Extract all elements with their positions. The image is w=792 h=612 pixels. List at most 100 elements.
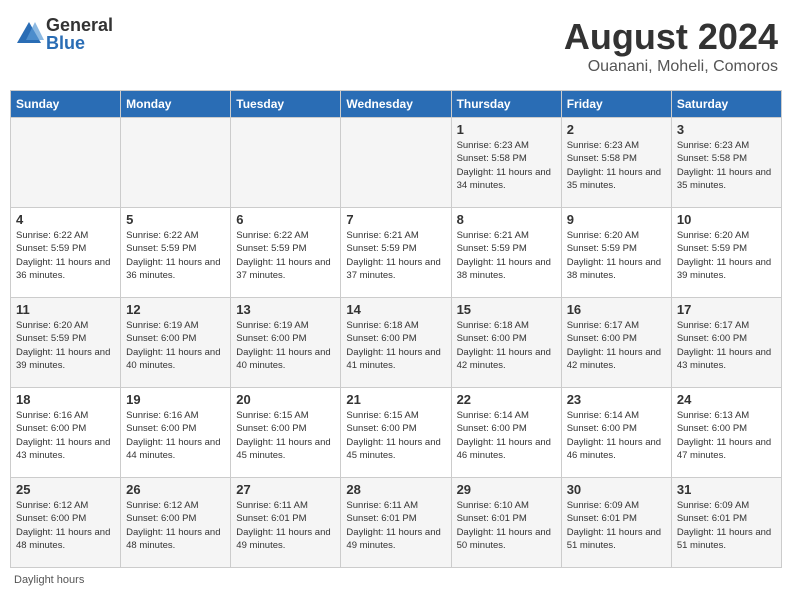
day-info: Sunrise: 6:14 AM Sunset: 6:00 PM Dayligh… — [567, 409, 666, 462]
day-number: 20 — [236, 392, 335, 407]
day-number: 19 — [126, 392, 225, 407]
calendar-cell: 20 Sunrise: 6:15 AM Sunset: 6:00 PM Dayli… — [231, 388, 341, 478]
calendar-week-1: 4 Sunrise: 6:22 AM Sunset: 5:59 PM Daylig… — [11, 208, 782, 298]
day-number: 17 — [677, 302, 776, 317]
day-info: Sunrise: 6:23 AM Sunset: 5:58 PM Dayligh… — [567, 139, 666, 192]
day-info: Sunrise: 6:15 AM Sunset: 6:00 PM Dayligh… — [236, 409, 335, 462]
header-sunday: Sunday — [11, 91, 121, 118]
calendar-cell: 29 Sunrise: 6:10 AM Sunset: 6:01 PM Dayli… — [451, 478, 561, 568]
calendar-cell: 26 Sunrise: 6:12 AM Sunset: 6:00 PM Dayli… — [121, 478, 231, 568]
day-info: Sunrise: 6:20 AM Sunset: 5:59 PM Dayligh… — [567, 229, 666, 282]
calendar-cell: 11 Sunrise: 6:20 AM Sunset: 5:59 PM Dayli… — [11, 298, 121, 388]
calendar-week-2: 11 Sunrise: 6:20 AM Sunset: 5:59 PM Dayli… — [11, 298, 782, 388]
day-info: Sunrise: 6:13 AM Sunset: 6:00 PM Dayligh… — [677, 409, 776, 462]
calendar-cell — [121, 118, 231, 208]
footer-text: Daylight hours — [14, 574, 84, 586]
day-number: 31 — [677, 482, 776, 497]
day-number: 7 — [346, 212, 445, 227]
day-info: Sunrise: 6:18 AM Sunset: 6:00 PM Dayligh… — [346, 319, 445, 372]
day-number: 16 — [567, 302, 666, 317]
title-area: August 2024 Ouanani, Moheli, Comoros — [564, 16, 778, 76]
calendar-cell: 8Sunrise: 6:21 AM Sunset: 5:59 PM Daylig… — [451, 208, 561, 298]
day-info: Sunrise: 6:22 AM Sunset: 5:59 PM Dayligh… — [236, 229, 335, 282]
day-info: Sunrise: 6:17 AM Sunset: 6:00 PM Dayligh… — [677, 319, 776, 372]
day-number: 14 — [346, 302, 445, 317]
header-tuesday: Tuesday — [231, 91, 341, 118]
page-header: General Blue August 2024 Ouanani, Moheli… — [10, 10, 782, 82]
calendar-cell: 13 Sunrise: 6:19 AM Sunset: 6:00 PM Dayli… — [231, 298, 341, 388]
day-info: Sunrise: 6:17 AM Sunset: 6:00 PM Dayligh… — [567, 319, 666, 372]
calendar-cell: 30 Sunrise: 6:09 AM Sunset: 6:01 PM Dayli… — [561, 478, 671, 568]
day-number: 12 — [126, 302, 225, 317]
calendar-cell: 21 Sunrise: 6:15 AM Sunset: 6:00 PM Dayli… — [341, 388, 451, 478]
day-number: 5 — [126, 212, 225, 227]
day-number: 1 — [457, 122, 556, 137]
logo-text: General Blue — [46, 16, 113, 52]
calendar-cell: 23 Sunrise: 6:14 AM Sunset: 6:00 PM Dayli… — [561, 388, 671, 478]
footer-note: Daylight hours — [10, 574, 782, 586]
day-number: 23 — [567, 392, 666, 407]
day-number: 24 — [677, 392, 776, 407]
calendar-cell: 31Sunrise: 6:09 AM Sunset: 6:01 PM Dayli… — [671, 478, 781, 568]
day-number: 10 — [677, 212, 776, 227]
calendar-cell: 25 Sunrise: 6:12 AM Sunset: 6:00 PM Dayli… — [11, 478, 121, 568]
day-number: 18 — [16, 392, 115, 407]
day-number: 4 — [16, 212, 115, 227]
header-monday: Monday — [121, 91, 231, 118]
calendar-cell: 15Sunrise: 6:18 AM Sunset: 6:00 PM Dayli… — [451, 298, 561, 388]
day-info: Sunrise: 6:20 AM Sunset: 5:59 PM Dayligh… — [677, 229, 776, 282]
day-info: Sunrise: 6:16 AM Sunset: 6:00 PM Dayligh… — [126, 409, 225, 462]
day-number: 25 — [16, 482, 115, 497]
calendar-week-4: 25 Sunrise: 6:12 AM Sunset: 6:00 PM Dayli… — [11, 478, 782, 568]
location: Ouanani, Moheli, Comoros — [564, 58, 778, 76]
day-info: Sunrise: 6:11 AM Sunset: 6:01 PM Dayligh… — [346, 499, 445, 552]
calendar-week-0: 1 Sunrise: 6:23 AM Sunset: 5:58 PM Daylig… — [11, 118, 782, 208]
day-number: 2 — [567, 122, 666, 137]
calendar-cell: 4Sunrise: 6:22 AM Sunset: 5:59 PM Daylig… — [11, 208, 121, 298]
header-saturday: Saturday — [671, 91, 781, 118]
calendar-cell — [341, 118, 451, 208]
day-info: Sunrise: 6:18 AM Sunset: 6:00 PM Dayligh… — [457, 319, 556, 372]
header-thursday: Thursday — [451, 91, 561, 118]
day-info: Sunrise: 6:16 AM Sunset: 6:00 PM Dayligh… — [16, 409, 115, 462]
calendar-header-row: SundayMondayTuesdayWednesdayThursdayFrid… — [11, 91, 782, 118]
calendar-cell: 22 Sunrise: 6:14 AM Sunset: 6:00 PM Dayli… — [451, 388, 561, 478]
calendar-cell: 2 Sunrise: 6:23 AM Sunset: 5:58 PM Daylig… — [561, 118, 671, 208]
day-number: 27 — [236, 482, 335, 497]
calendar-cell: 3Sunrise: 6:23 AM Sunset: 5:58 PM Daylig… — [671, 118, 781, 208]
calendar-cell: 14 Sunrise: 6:18 AM Sunset: 6:00 PM Dayli… — [341, 298, 451, 388]
day-info: Sunrise: 6:10 AM Sunset: 6:01 PM Dayligh… — [457, 499, 556, 552]
day-info: Sunrise: 6:15 AM Sunset: 6:00 PM Dayligh… — [346, 409, 445, 462]
day-info: Sunrise: 6:20 AM Sunset: 5:59 PM Dayligh… — [16, 319, 115, 372]
day-info: Sunrise: 6:19 AM Sunset: 6:00 PM Dayligh… — [126, 319, 225, 372]
calendar-cell: 19 Sunrise: 6:16 AM Sunset: 6:00 PM Dayli… — [121, 388, 231, 478]
day-number: 21 — [346, 392, 445, 407]
day-number: 30 — [567, 482, 666, 497]
day-info: Sunrise: 6:09 AM Sunset: 6:01 PM Dayligh… — [567, 499, 666, 552]
day-number: 9 — [567, 212, 666, 227]
logo-general: General — [46, 16, 113, 34]
day-info: Sunrise: 6:23 AM Sunset: 5:58 PM Dayligh… — [457, 139, 556, 192]
calendar-cell: 16 Sunrise: 6:17 AM Sunset: 6:00 PM Dayli… — [561, 298, 671, 388]
header-friday: Friday — [561, 91, 671, 118]
day-info: Sunrise: 6:14 AM Sunset: 6:00 PM Dayligh… — [457, 409, 556, 462]
day-number: 11 — [16, 302, 115, 317]
day-info: Sunrise: 6:21 AM Sunset: 5:59 PM Dayligh… — [346, 229, 445, 282]
day-number: 13 — [236, 302, 335, 317]
day-info: Sunrise: 6:19 AM Sunset: 6:00 PM Dayligh… — [236, 319, 335, 372]
day-info: Sunrise: 6:12 AM Sunset: 6:00 PM Dayligh… — [126, 499, 225, 552]
calendar-cell — [231, 118, 341, 208]
day-info: Sunrise: 6:12 AM Sunset: 6:00 PM Dayligh… — [16, 499, 115, 552]
logo-icon — [14, 19, 44, 49]
day-info: Sunrise: 6:22 AM Sunset: 5:59 PM Dayligh… — [126, 229, 225, 282]
day-info: Sunrise: 6:23 AM Sunset: 5:58 PM Dayligh… — [677, 139, 776, 192]
day-number: 26 — [126, 482, 225, 497]
calendar-cell: 28Sunrise: 6:11 AM Sunset: 6:01 PM Dayli… — [341, 478, 451, 568]
logo-blue: Blue — [46, 34, 113, 52]
month-year: August 2024 — [564, 16, 778, 58]
header-wednesday: Wednesday — [341, 91, 451, 118]
day-number: 22 — [457, 392, 556, 407]
calendar-cell — [11, 118, 121, 208]
day-number: 29 — [457, 482, 556, 497]
calendar-cell: 17 Sunrise: 6:17 AM Sunset: 6:00 PM Dayli… — [671, 298, 781, 388]
